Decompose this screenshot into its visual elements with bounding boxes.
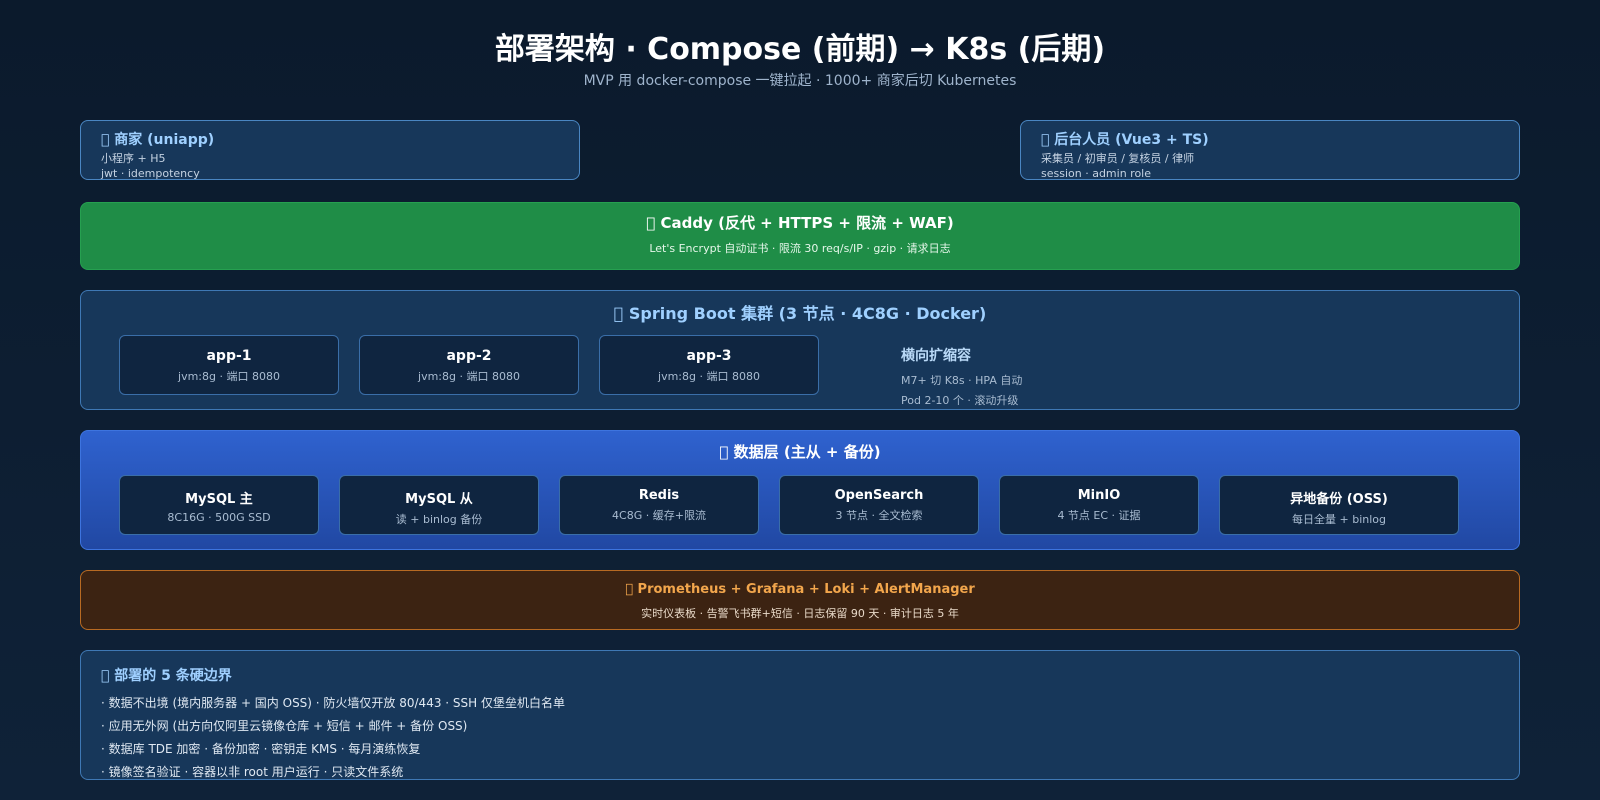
data-node-spec: 3 节点 · 全文检索 xyxy=(835,509,923,522)
app-node-spec: jvm:8g · 端口 8080 xyxy=(418,370,520,383)
scaling-title: 横向扩缩容 xyxy=(901,348,971,364)
data-node-redis: Redis 4C8G · 缓存+限流 xyxy=(559,475,759,535)
backoffice-client-title: 􀀀 后台人员 (Vue3 + TS) xyxy=(1041,132,1209,148)
app-node-name: app-3 xyxy=(686,348,732,364)
data-node-spec: 4C8G · 缓存+限流 xyxy=(612,509,706,522)
rules-title: 􀀀 部署的 5 条硬边界 xyxy=(101,668,232,684)
data-node-name: MySQL 主 xyxy=(185,492,253,507)
data-node-name: 异地备份 (OSS) xyxy=(1290,492,1388,507)
scaling-line2: Pod 2-10 个 · 滚动升级 xyxy=(901,394,1019,407)
data-node-name: OpenSearch xyxy=(834,488,924,503)
backoffice-client-line1: 采集员 / 初审员 / 复核员 / 律师 xyxy=(1041,152,1195,165)
caddy-proxy-desc: Let's Encrypt 自动证书 · 限流 30 req/s/IP · gz… xyxy=(649,242,951,255)
app-node-name: app-2 xyxy=(446,348,492,364)
caddy-proxy-title: 􀀀 Caddy (反代 + HTTPS + 限流 + WAF) xyxy=(646,214,954,232)
page-title: 部署架构 · Compose (前期) → K8s (后期) xyxy=(494,32,1106,67)
app-node-spec: jvm:8g · 端口 8080 xyxy=(658,370,760,383)
monitoring-title: 􀀀 Prometheus + Grafana + Loki + AlertMan… xyxy=(625,582,975,597)
backoffice-client-line2: session · admin role xyxy=(1041,167,1152,180)
rule-item: · 应用无外网 (出方向仅阿里云镜像仓库 + 短信 + 邮件 + 备份 OSS) xyxy=(101,719,468,733)
merchant-client-title: 􀀀 商家 (uniapp) xyxy=(101,132,215,148)
spring-boot-cluster-box: 􀀀 Spring Boot 集群 (3 节点 · 4C8G · Docker) … xyxy=(80,290,1520,410)
rule-item: · 数据库 TDE 加密 · 备份加密 · 密钥走 KMS · 每月演练恢复 xyxy=(101,742,421,756)
caddy-proxy-box: 􀀀 Caddy (反代 + HTTPS + 限流 + WAF) Let's En… xyxy=(80,202,1520,270)
app-node-spec: jvm:8g · 端口 8080 xyxy=(178,370,280,383)
data-node-spec: 4 节点 EC · 证据 xyxy=(1057,509,1141,522)
data-node-opensearch: OpenSearch 3 节点 · 全文检索 xyxy=(779,475,979,535)
backoffice-client-box: 􀀀 后台人员 (Vue3 + TS) 采集员 / 初审员 / 复核员 / 律师 … xyxy=(1020,120,1520,180)
data-node-mysql-replica: MySQL 从 读 + binlog 备份 xyxy=(339,475,539,535)
cluster-title: 􀀀 Spring Boot 集群 (3 节点 · 4C8G · Docker) xyxy=(613,304,987,323)
app-node-2: app-2 jvm:8g · 端口 8080 xyxy=(359,335,579,395)
app-node-1: app-1 jvm:8g · 端口 8080 xyxy=(119,335,339,395)
data-node-spec: 读 + binlog 备份 xyxy=(395,513,483,526)
merchant-client-line2: jwt · idempotency xyxy=(101,167,200,180)
data-node-offsite-backup: 异地备份 (OSS) 每日全量 + binlog xyxy=(1219,475,1459,535)
data-node-name: MinIO xyxy=(1077,488,1121,503)
monitoring-desc: 实时仪表板 · 告警飞书群+短信 · 日志保留 90 天 · 审计日志 5 年 xyxy=(641,607,959,620)
rule-item: · 镜像签名验证 · 容器以非 root 用户运行 · 只读文件系统 xyxy=(101,765,404,779)
app-node-3: app-3 jvm:8g · 端口 8080 xyxy=(599,335,819,395)
data-node-spec: 8C16G · 500G SSD xyxy=(167,511,271,524)
data-node-mysql-primary: MySQL 主 8C16G · 500G SSD xyxy=(119,475,319,535)
data-layer-title: 􀀀 数据层 (主从 + 备份) xyxy=(719,443,881,461)
scaling-line1: M7+ 切 K8s · HPA 自动 xyxy=(901,374,1023,387)
data-node-spec: 每日全量 + binlog xyxy=(1292,513,1386,526)
deployment-rules-box: 􀀀 部署的 5 条硬边界 · 数据不出境 (境内服务器 + 国内 OSS) · … xyxy=(80,650,1520,780)
data-node-name: Redis xyxy=(638,488,680,503)
scaling-note: 横向扩缩容 M7+ 切 K8s · HPA 自动 Pod 2-10 个 · 滚动… xyxy=(901,345,1022,408)
monitoring-box: 􀀀 Prometheus + Grafana + Loki + AlertMan… xyxy=(80,570,1520,630)
merchant-client-box: 􀀀 商家 (uniapp) 小程序 + H5 jwt · idempotency xyxy=(80,120,580,180)
data-layer-box: 􀀀 数据层 (主从 + 备份) MySQL 主 8C16G · 500G SSD… xyxy=(80,430,1520,550)
rule-item: · 数据不出境 (境内服务器 + 国内 OSS) · 防火墙仅开放 80/443… xyxy=(101,696,565,710)
app-node-name: app-1 xyxy=(206,348,252,364)
page-subtitle: MVP 用 docker-compose 一键拉起 · 1000+ 商家后切 K… xyxy=(583,73,1017,89)
data-node-minio: MinIO 4 节点 EC · 证据 xyxy=(999,475,1199,535)
data-node-name: MySQL 从 xyxy=(405,492,473,507)
merchant-client-line1: 小程序 + H5 xyxy=(101,152,166,165)
